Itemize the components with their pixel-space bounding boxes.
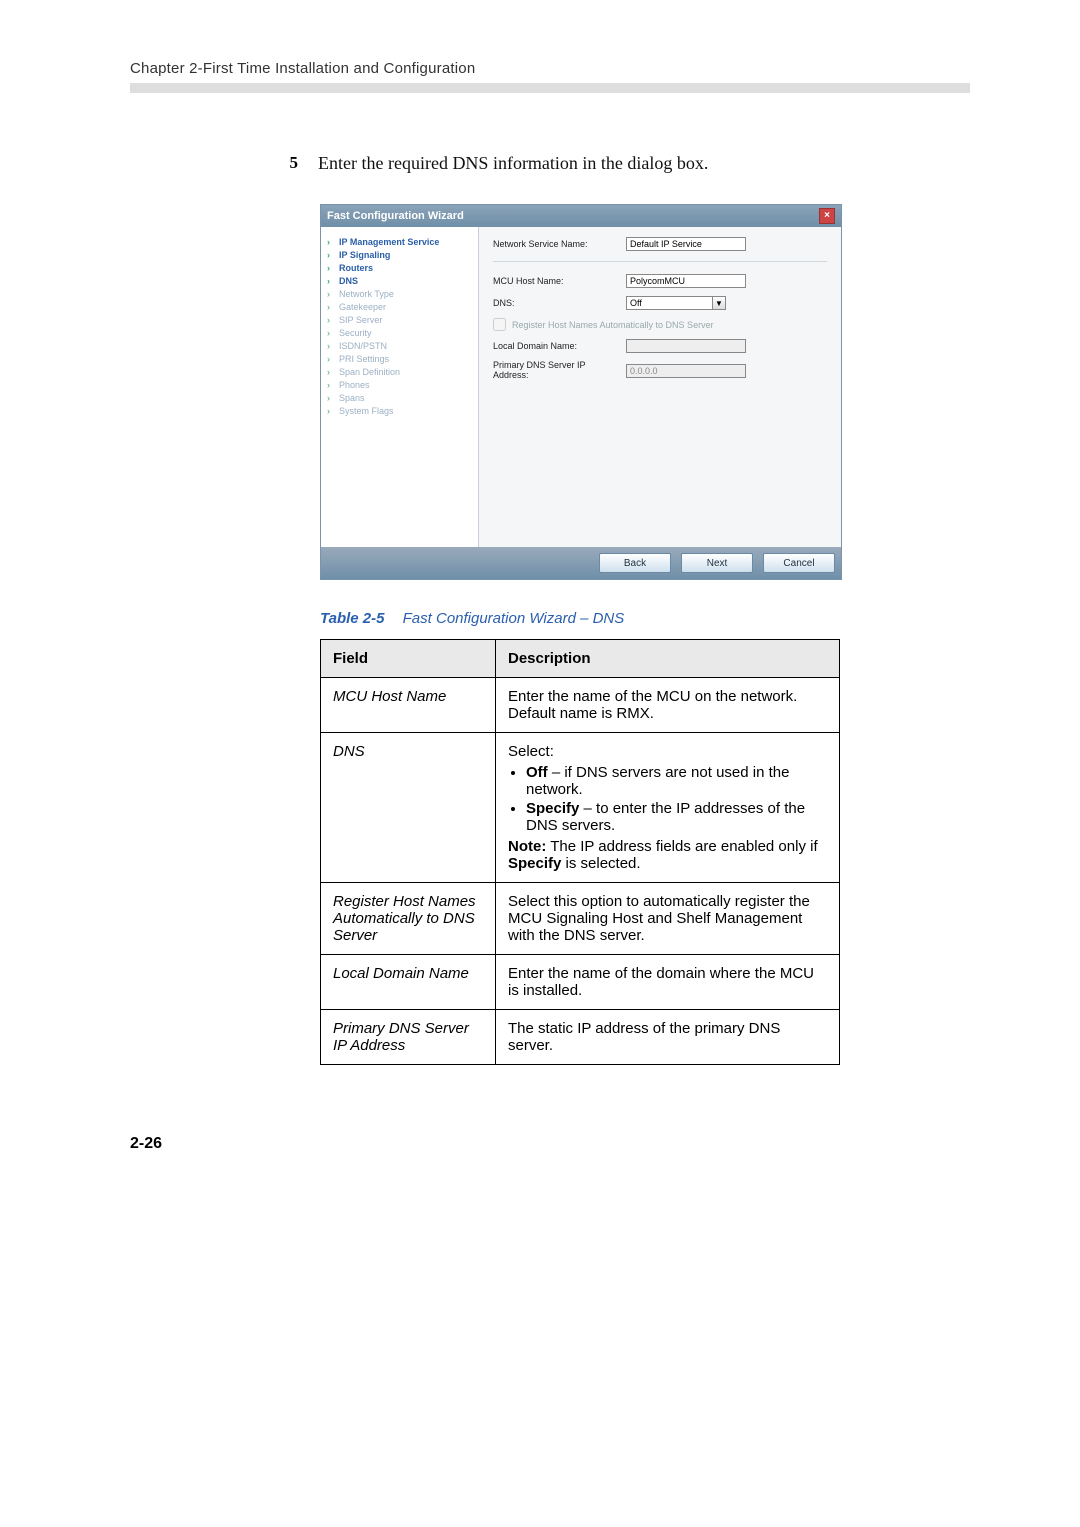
table-desc-cell: Select: Off – if DNS servers are not use… bbox=[496, 733, 840, 883]
register-host-checkbox-label: Register Host Names Automatically to DNS… bbox=[512, 320, 714, 330]
sidebar-item[interactable]: › Security bbox=[327, 326, 472, 339]
sidebar-item-label: System Flags bbox=[339, 406, 394, 416]
mcu-host-input[interactable] bbox=[626, 274, 746, 288]
sidebar-item[interactable]: › PRI Settings bbox=[327, 352, 472, 365]
chevron-down-icon[interactable]: ▼ bbox=[712, 296, 726, 310]
list-item: Off – if DNS servers are not used in the… bbox=[526, 764, 827, 798]
chevron-right-icon: › bbox=[327, 406, 335, 416]
cancel-button[interactable]: Cancel bbox=[763, 553, 835, 573]
table-field-cell: Local Domain Name bbox=[321, 955, 496, 1010]
table-desc-cell: The static IP address of the primary DNS… bbox=[496, 1010, 840, 1065]
sidebar-item-label: Gatekeeper bbox=[339, 302, 386, 312]
table-header-description: Description bbox=[496, 640, 840, 678]
chevron-right-icon: › bbox=[327, 302, 335, 312]
wizard-title-text: Fast Configuration Wizard bbox=[327, 210, 464, 222]
sidebar-item[interactable]: › IP Signaling bbox=[327, 248, 472, 261]
step-instruction: Enter the required DNS information in th… bbox=[318, 153, 708, 174]
sidebar-item[interactable]: › Routers bbox=[327, 261, 472, 274]
sidebar-item[interactable]: › Spans bbox=[327, 391, 472, 404]
sidebar-item[interactable]: › IP Management Service bbox=[327, 235, 472, 248]
sidebar-item[interactable]: › Span Definition bbox=[327, 365, 472, 378]
chevron-right-icon: › bbox=[327, 393, 335, 403]
sidebar-item-label: DNS bbox=[339, 276, 358, 286]
sidebar-item[interactable]: › DNS bbox=[327, 274, 472, 287]
close-icon[interactable]: × bbox=[819, 208, 835, 224]
list-item: Specify – to enter the IP addresses of t… bbox=[526, 800, 827, 834]
table-row: Local Domain Name Enter the name of the … bbox=[321, 955, 840, 1010]
sidebar-item-label: Phones bbox=[339, 380, 370, 390]
back-button[interactable]: Back bbox=[599, 553, 671, 573]
sidebar-item-label: PRI Settings bbox=[339, 354, 389, 364]
sidebar-item[interactable]: › System Flags bbox=[327, 404, 472, 417]
table-caption: Table 2-5 Fast Configuration Wizard – DN… bbox=[320, 610, 970, 627]
dns-intro: Select: bbox=[508, 743, 554, 760]
table-header-field: Field bbox=[321, 640, 496, 678]
mcu-host-label: MCU Host Name: bbox=[493, 276, 618, 286]
local-domain-input[interactable] bbox=[626, 339, 746, 353]
sidebar-item-label: Spans bbox=[339, 393, 365, 403]
sidebar-item-label: Routers bbox=[339, 263, 373, 273]
sidebar-item-label: Network Type bbox=[339, 289, 394, 299]
table-row: Register Host Names Automatically to DNS… bbox=[321, 883, 840, 955]
table-field-cell: Register Host Names Automatically to DNS… bbox=[321, 883, 496, 955]
sidebar-item[interactable]: › ISDN/PSTN bbox=[327, 339, 472, 352]
header-divider bbox=[130, 83, 970, 93]
chevron-right-icon: › bbox=[327, 341, 335, 351]
chevron-right-icon: › bbox=[327, 237, 335, 247]
network-service-label: Network Service Name: bbox=[493, 239, 618, 249]
table-row: DNS Select: Off – if DNS servers are not… bbox=[321, 733, 840, 883]
sidebar-item-label: ISDN/PSTN bbox=[339, 341, 387, 351]
register-host-checkbox[interactable] bbox=[493, 318, 506, 331]
sidebar-item[interactable]: › Gatekeeper bbox=[327, 300, 472, 313]
dns-field-description-table: Field Description MCU Host Name Enter th… bbox=[320, 639, 840, 1065]
wizard-sidebar: › IP Management Service › IP Signaling › Rout… bbox=[321, 227, 479, 547]
chevron-right-icon: › bbox=[327, 276, 335, 286]
table-desc-cell: Enter the name of the MCU on the network… bbox=[496, 678, 840, 733]
chevron-right-icon: › bbox=[327, 250, 335, 260]
sidebar-item-label: IP Management Service bbox=[339, 237, 439, 247]
next-button[interactable]: Next bbox=[681, 553, 753, 573]
table-row: Primary DNS Server IP Address The static… bbox=[321, 1010, 840, 1065]
wizard-divider bbox=[493, 261, 827, 262]
primary-dns-input[interactable] bbox=[626, 364, 746, 378]
chevron-right-icon: › bbox=[327, 367, 335, 377]
table-desc-cell: Select this option to automatically regi… bbox=[496, 883, 840, 955]
fast-config-wizard-dialog: Fast Configuration Wizard × › IP Manageme… bbox=[320, 204, 842, 580]
table-desc-cell: Enter the name of the domain where the M… bbox=[496, 955, 840, 1010]
chapter-header: Chapter 2-First Time Installation and Co… bbox=[130, 60, 970, 77]
chevron-right-icon: › bbox=[327, 263, 335, 273]
chevron-right-icon: › bbox=[327, 315, 335, 325]
wizard-titlebar: Fast Configuration Wizard × bbox=[321, 205, 841, 227]
table-field-cell: Primary DNS Server IP Address bbox=[321, 1010, 496, 1065]
dns-select-value[interactable] bbox=[626, 296, 712, 310]
wizard-main-panel: Network Service Name: MCU Host Name: DNS… bbox=[479, 227, 841, 547]
sidebar-item[interactable]: › SIP Server bbox=[327, 313, 472, 326]
table-field-cell: MCU Host Name bbox=[321, 678, 496, 733]
wizard-footer: Back Next Cancel bbox=[321, 547, 841, 579]
chevron-right-icon: › bbox=[327, 354, 335, 364]
table-caption-label: Table 2-5 bbox=[320, 610, 384, 627]
step-number: 5 bbox=[280, 153, 298, 174]
sidebar-item-label: IP Signaling bbox=[339, 250, 390, 260]
page-number: 2-26 bbox=[130, 1135, 970, 1153]
sidebar-item-label: SIP Server bbox=[339, 315, 382, 325]
network-service-input[interactable] bbox=[626, 237, 746, 251]
dns-label: DNS: bbox=[493, 298, 618, 308]
table-caption-text: Fast Configuration Wizard – DNS bbox=[403, 610, 625, 627]
chevron-right-icon: › bbox=[327, 380, 335, 390]
primary-dns-label: Primary DNS Server IP Address: bbox=[493, 361, 618, 381]
table-row: MCU Host Name Enter the name of the MCU … bbox=[321, 678, 840, 733]
local-domain-label: Local Domain Name: bbox=[493, 341, 618, 351]
sidebar-item[interactable]: › Network Type bbox=[327, 287, 472, 300]
chevron-right-icon: › bbox=[327, 328, 335, 338]
chevron-right-icon: › bbox=[327, 289, 335, 299]
sidebar-item-label: Security bbox=[339, 328, 372, 338]
dns-select[interactable]: ▼ bbox=[626, 296, 726, 310]
sidebar-item-label: Span Definition bbox=[339, 367, 400, 377]
table-field-cell: DNS bbox=[321, 733, 496, 883]
sidebar-item[interactable]: › Phones bbox=[327, 378, 472, 391]
